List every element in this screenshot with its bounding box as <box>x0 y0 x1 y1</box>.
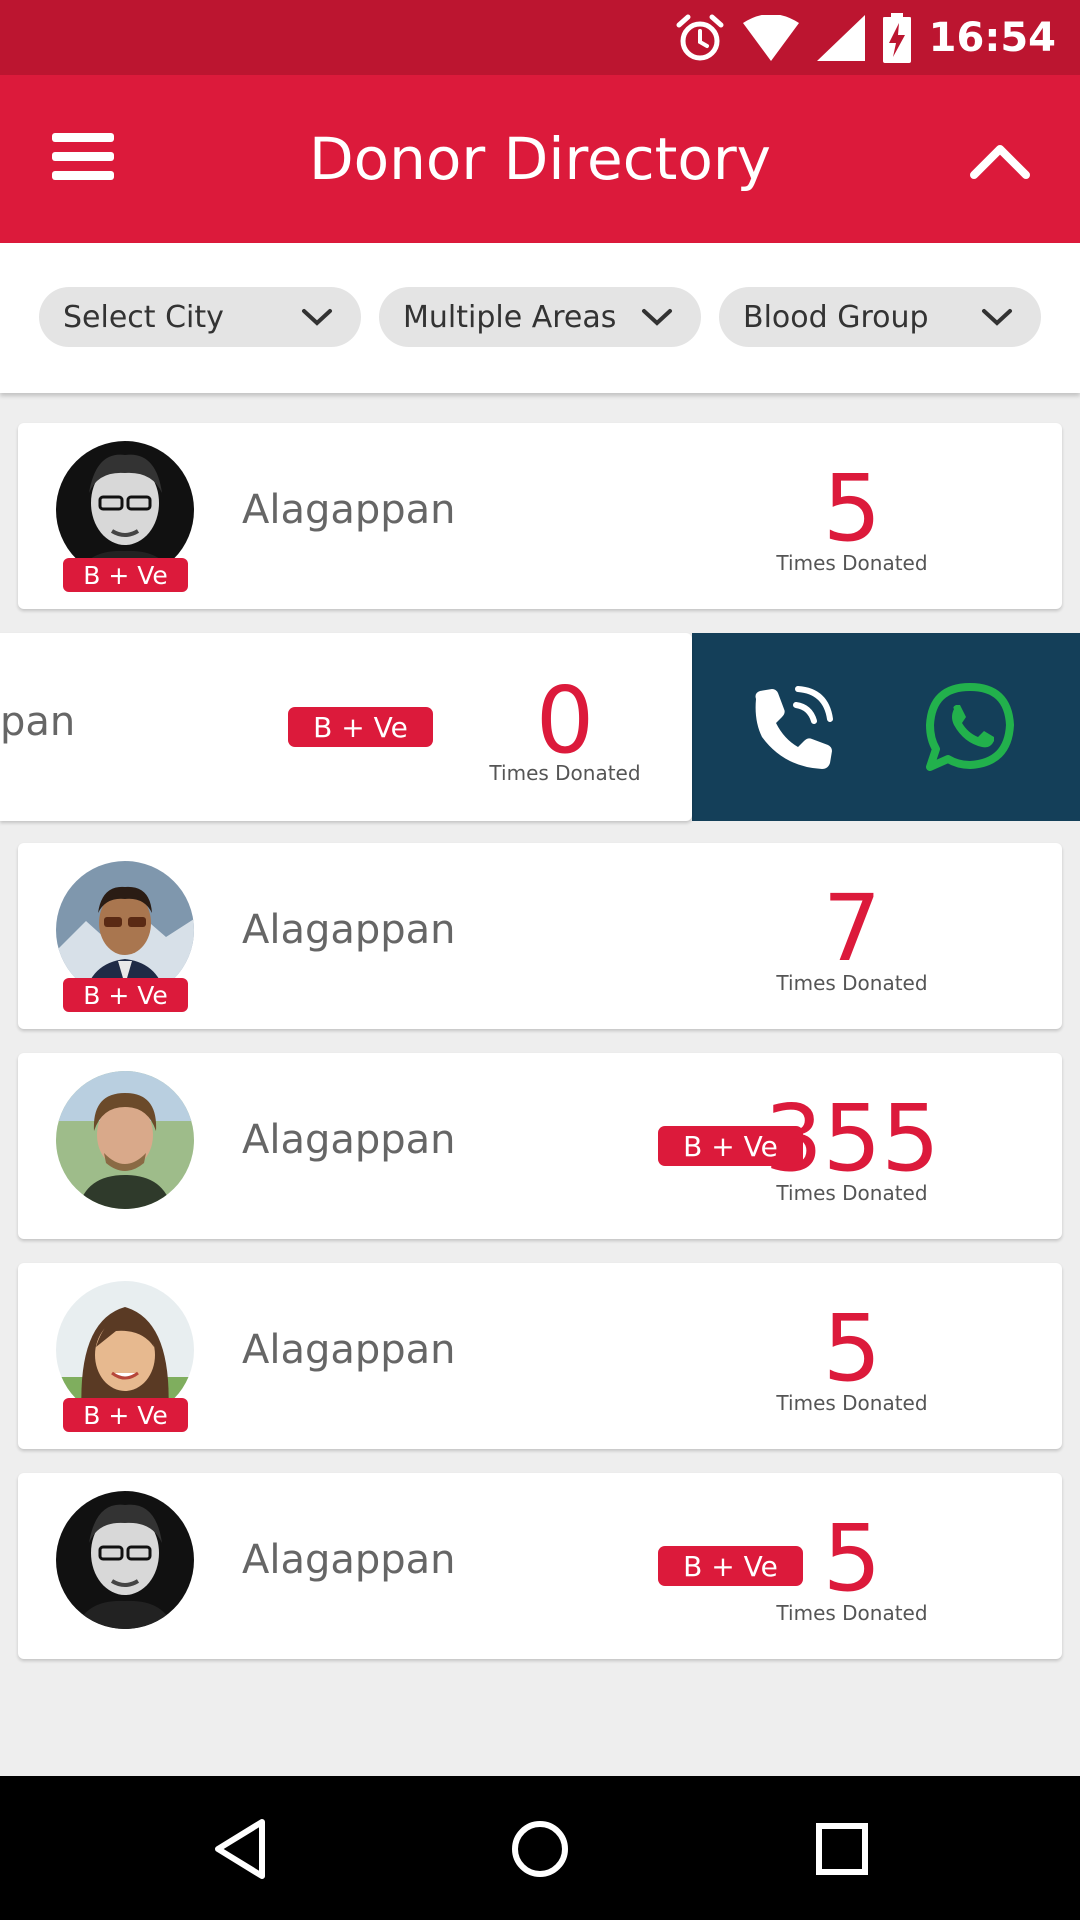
donation-count: 5 <box>822 455 882 562</box>
chevron-down-icon <box>302 309 332 326</box>
chevron-up-icon[interactable] <box>968 133 1032 183</box>
status-bar: 16:54 <box>0 0 1080 75</box>
donor-name: Alagappan <box>242 487 456 533</box>
donor-card[interactable]: Alagappan B + Ve 5 Times Donated <box>18 1473 1062 1659</box>
blood-group-label: Blood Group <box>743 299 929 335</box>
wifi-icon <box>742 14 799 61</box>
home-icon[interactable] <box>509 1816 571 1882</box>
back-icon[interactable] <box>210 1816 270 1882</box>
donor-name: Alagappan <box>242 1117 456 1163</box>
chevron-down-icon <box>642 309 672 326</box>
chevron-down-icon <box>982 309 1012 326</box>
blood-group-badge: B + Ve <box>288 707 433 747</box>
system-nav-bar <box>0 1776 1080 1920</box>
donation-count-label: Times Donated <box>776 971 928 995</box>
hamburger-menu-icon[interactable] <box>52 133 114 181</box>
donor-card[interactable]: B + Ve Alagappan 5 Times Donated <box>18 423 1062 609</box>
donation-count: 355 <box>764 1085 940 1192</box>
blood-group-badge: B + Ve <box>63 978 188 1012</box>
avatar <box>56 1071 194 1209</box>
filter-bar: Select City Multiple Areas Blood Group <box>0 243 1080 393</box>
donor-card[interactable]: B + Ve Alagappan 7 Times Donated <box>18 843 1062 1029</box>
donation-count-label: Times Donated <box>776 1181 928 1205</box>
page-title: Donor Directory <box>309 125 771 193</box>
app-bar: Donor Directory <box>0 75 1080 243</box>
avatar <box>56 1491 194 1629</box>
donor-name: Alagappan <box>242 1537 456 1583</box>
donor-card[interactable]: Alagappan B + Ve 355 Times Donated <box>18 1053 1062 1239</box>
donation-count-label: Times Donated <box>776 1391 928 1415</box>
multiple-areas-label: Multiple Areas <box>403 299 617 335</box>
donor-card[interactable]: B + Ve Alagappan 5 Times Donated <box>18 1263 1062 1449</box>
phone-call-icon[interactable] <box>744 681 836 773</box>
status-time: 16:54 <box>928 14 1056 61</box>
donation-count-label: Times Donated <box>489 761 641 785</box>
select-city-dropdown[interactable]: Select City <box>39 287 361 347</box>
donor-name: Alagappan <box>242 907 456 953</box>
donation-count: 5 <box>822 1505 882 1612</box>
blood-group-badge: B + Ve <box>63 1398 188 1432</box>
blood-group-badge: B + Ve <box>63 558 188 592</box>
whatsapp-icon[interactable] <box>924 681 1016 773</box>
blood-group-dropdown[interactable]: Blood Group <box>719 287 1041 347</box>
battery-charging-icon <box>882 12 911 63</box>
swipe-actions-panel <box>692 633 1080 821</box>
donation-count: 5 <box>822 1295 882 1402</box>
donation-count-label: Times Donated <box>776 1601 928 1625</box>
swiped-donor-row: pan B + Ve 0 Times Donated <box>0 633 1080 821</box>
donation-count-label: Times Donated <box>776 551 928 575</box>
donor-card[interactable]: pan B + Ve 0 Times Donated <box>0 633 692 821</box>
donation-count: 7 <box>822 875 882 982</box>
donor-name-partial: pan <box>0 699 76 745</box>
alarm-icon <box>676 14 724 60</box>
select-city-label: Select City <box>63 299 224 335</box>
recents-icon[interactable] <box>812 1816 872 1882</box>
donor-name: Alagappan <box>242 1327 456 1373</box>
donation-count: 0 <box>535 667 595 774</box>
multiple-areas-dropdown[interactable]: Multiple Areas <box>379 287 701 347</box>
signal-icon <box>816 14 865 61</box>
